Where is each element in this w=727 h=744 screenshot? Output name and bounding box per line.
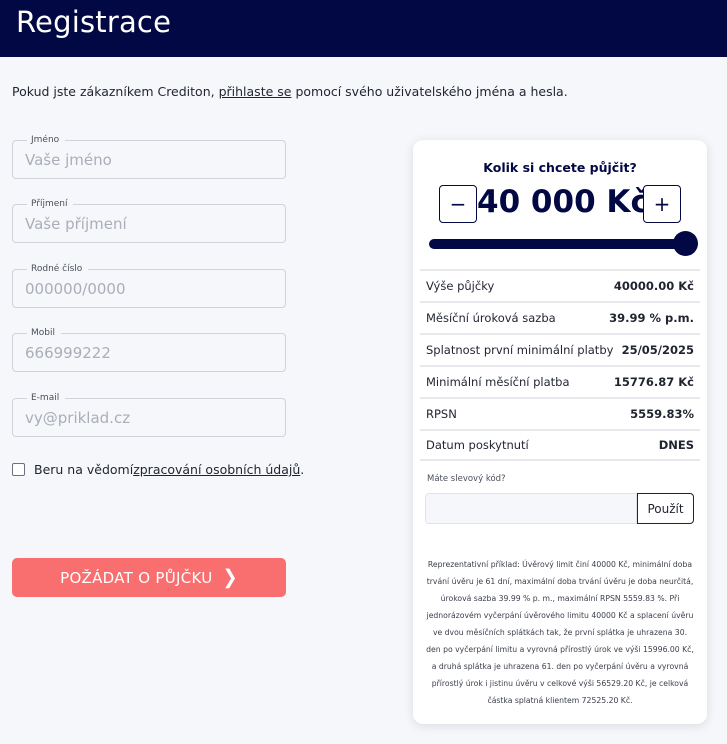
last-name-input[interactable] xyxy=(13,205,285,242)
chevron-right-icon: ❯ xyxy=(222,565,238,590)
loan-calculator: Kolik si chcete půjčit? − 40 000 Kč + Vý… xyxy=(413,140,707,724)
birth-number-input[interactable] xyxy=(13,270,285,307)
calculator-question: Kolik si chcete půjčit? xyxy=(483,160,637,175)
page-title: Registrace xyxy=(16,5,172,39)
login-hint-text: Pokud jste zákazníkem Crediton, xyxy=(12,84,219,99)
summary-label: RPSN xyxy=(426,407,457,421)
privacy-link[interactable]: zpracování osobních údajů xyxy=(133,462,300,477)
email-field[interactable]: E-mail xyxy=(12,392,286,437)
summary-row: RPSN 5559.83% xyxy=(420,397,700,429)
summary-value: 15776.87 Kč xyxy=(613,375,694,389)
apply-promo-button[interactable]: Použít xyxy=(637,493,694,524)
consent-row: Beru na vědomí zpracování osobních údajů… xyxy=(12,462,304,477)
loan-summary: Výše půjčky 40000.00 Kč Měsíční úroková s… xyxy=(420,269,700,461)
summary-label: Splatnost první minimální platby xyxy=(426,343,614,357)
summary-label: Měsíční úroková sazba xyxy=(426,311,556,325)
email-input[interactable] xyxy=(13,399,285,436)
first-name-input[interactable] xyxy=(13,141,285,178)
summary-row: Výše půjčky 40000.00 Kč xyxy=(420,269,700,301)
summary-label: Výše půjčky xyxy=(426,279,495,293)
summary-label: Minimální měsíční platba xyxy=(426,375,570,389)
mobile-field[interactable]: Mobil xyxy=(12,327,286,372)
amount-slider-handle[interactable] xyxy=(672,231,698,256)
consent-text: Beru na vědomí xyxy=(34,462,134,477)
login-hint: Pokud jste zákazníkem Crediton, přihlast… xyxy=(12,84,568,99)
summary-label: Datum poskytnutí xyxy=(426,438,529,452)
summary-row: Měsíční úroková sazba 39.99 % p.m. xyxy=(420,301,700,333)
summary-value: DNES xyxy=(658,438,694,452)
mobile-input[interactable] xyxy=(13,334,285,371)
summary-row: Datum poskytnutí DNES xyxy=(420,429,700,461)
summary-value: 40000.00 Kč xyxy=(613,279,694,293)
summary-value: 39.99 % p.m. xyxy=(609,311,694,325)
increase-amount-button[interactable]: + xyxy=(643,185,681,223)
consent-checkbox[interactable] xyxy=(12,463,25,476)
request-loan-label: POŽÁDAT O PŮJČKU xyxy=(60,568,213,587)
summary-value: 5559.83% xyxy=(630,407,694,421)
consent-text-end: . xyxy=(300,462,305,477)
representative-example: Reprezentativní příklad: Úvěrový limit č… xyxy=(426,560,694,705)
request-loan-button[interactable]: POŽÁDAT O PŮJČKU ❯ xyxy=(12,558,286,597)
summary-row: Splatnost první minimální platby 25/05/20… xyxy=(420,333,700,365)
last-name-field[interactable]: Příjmení xyxy=(12,198,286,243)
amount-slider-track[interactable] xyxy=(429,239,685,249)
summary-value: 25/05/2025 xyxy=(621,343,694,357)
first-name-field[interactable]: Jméno xyxy=(12,134,286,179)
birth-number-field[interactable]: Rodné číslo xyxy=(12,263,286,308)
page-header: Registrace xyxy=(0,0,727,57)
promo-code-label: Máte slevový kód? xyxy=(427,474,506,484)
login-link[interactable]: přihlaste se xyxy=(219,84,292,99)
decrease-amount-button[interactable]: − xyxy=(439,185,477,223)
login-hint-text-end: pomocí svého uživatelského jména a hesla… xyxy=(291,84,568,99)
promo-code-input[interactable] xyxy=(425,493,637,524)
summary-row: Minimální měsíční platba 15776.87 Kč xyxy=(420,365,700,397)
loan-amount: 40 000 Kč xyxy=(477,184,649,220)
